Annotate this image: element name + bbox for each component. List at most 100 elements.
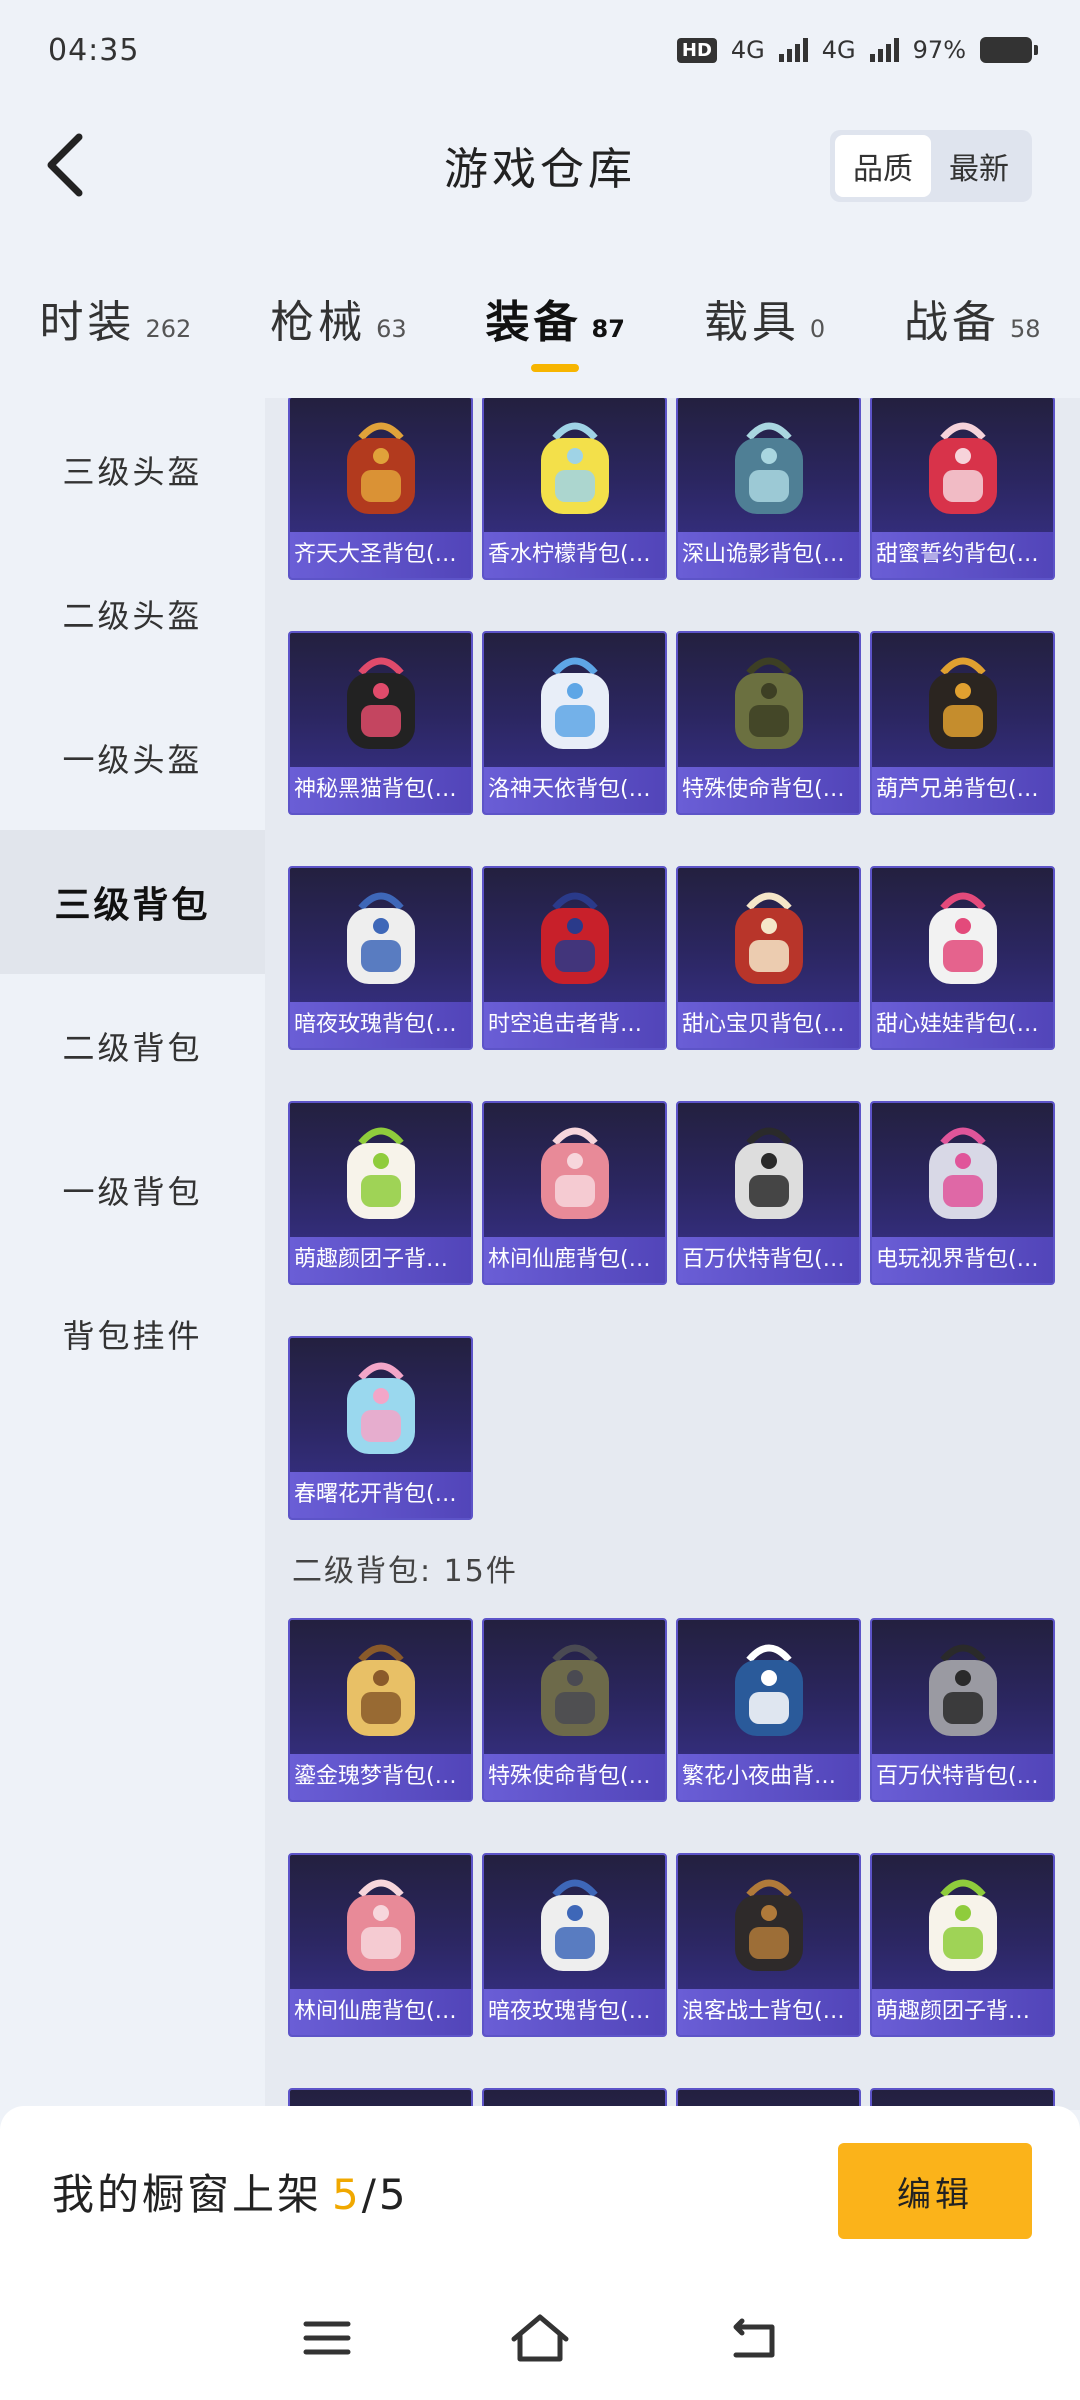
item-card[interactable]: 暗夜玫瑰背包(… [482, 1853, 667, 2037]
item-card[interactable]: 葫芦兄弟背包(… [870, 631, 1055, 815]
sidebar-item-helmet-1[interactable]: 一级头盔 [0, 686, 265, 830]
item-card-label: 甜心宝贝背包(… [678, 1002, 859, 1048]
status-time: 04:35 [48, 32, 140, 68]
item-card-label: 百万伏特背包(… [678, 1237, 859, 1283]
tab-supplies[interactable]: 战备 58 [904, 286, 1041, 350]
tab-vehicles[interactable]: 载具 0 [704, 286, 825, 350]
item-card-label: 繁花小夜曲背… [678, 1754, 859, 1800]
item-card[interactable]: 时空追击者背… [482, 866, 667, 1050]
item-card[interactable]: 暗夜玫瑰背包(… [288, 866, 473, 1050]
item-card[interactable]: 春曙花开背包(… [288, 1336, 473, 1520]
item-card-label: 林间仙鹿背包(… [484, 1237, 665, 1283]
item-card-label: 洛神天依背包(… [484, 767, 665, 813]
sidebar-item-backpack-1[interactable]: 一级背包 [0, 1118, 265, 1262]
backpack-art-icon [290, 633, 471, 773]
item-card-label: 甜蜜誓约背包(… [872, 532, 1053, 578]
item-card[interactable]: 萌趣颜团子背… [870, 1853, 1055, 2037]
status-icons: HD 4G 4G 97% [676, 36, 1038, 64]
sort-quality-button[interactable]: 品质 [835, 135, 931, 197]
item-card[interactable]: 特殊使命背包(… [676, 631, 861, 815]
item-card-label: 百万伏特背包(… [872, 1754, 1053, 1800]
sidebar-item-backpack-charm[interactable]: 背包挂件 [0, 1262, 265, 1406]
system-nav-bar [0, 2276, 1080, 2400]
home-icon [511, 2314, 569, 2362]
edit-button[interactable]: 编辑 [838, 2143, 1032, 2239]
item-card-label: 甜心娃娃背包(… [872, 1002, 1053, 1048]
backpack-art-icon [290, 868, 471, 1008]
item-card[interactable]: 齐天大圣背包(… [288, 398, 473, 580]
showcase-status: 我的橱窗上架 5 /5 [52, 2161, 409, 2222]
sidebar-item-helmet-3[interactable]: 三级头盔 [0, 398, 265, 542]
item-card[interactable]: 洛神天依背包(… [482, 631, 667, 815]
item-card[interactable]: 甜蜜誓约背包(… [870, 398, 1055, 580]
item-card[interactable]: 鎏金瑰梦背包(… [288, 1618, 473, 1802]
category-tabs: 时装 262 枪械 63 装备 87 载具 0 战备 58 [0, 250, 1080, 380]
item-card[interactable]: 林间仙鹿背包(… [482, 1101, 667, 1285]
item-card-label: 电玩视界背包(… [872, 1237, 1053, 1283]
item-card-label: 浪客战士背包(… [678, 1989, 859, 2035]
item-card[interactable]: 甜心宝贝背包(… [676, 866, 861, 1050]
backpack-grid-level-2: 鎏金瑰梦背包(… 特殊使命背包(… 繁花小夜曲背… 百万伏特背包(… 林间仙鹿背包(… 暗… [288, 1618, 1068, 2110]
backpack-art-icon [484, 868, 665, 1008]
item-card[interactable]: 特殊使命背包(… [482, 1618, 667, 1802]
item-card[interactable]: 甜心娃娃背包(… [870, 866, 1055, 1050]
sidebar-item-helmet-2[interactable]: 二级头盔 [0, 542, 265, 686]
backpack-art-icon [872, 1103, 1053, 1243]
sort-toggle: 品质 最新 [830, 130, 1032, 202]
item-list[interactable]: 齐天大圣背包(… 香水柠檬背包(… 深山诡影背包(… 甜蜜誓约背包(… 神秘黑猫背包(…… [265, 398, 1080, 2110]
showcase-count: 5 [332, 2169, 362, 2219]
item-card-label: 特殊使命背包(… [678, 767, 859, 813]
tab-label: 战备 [903, 297, 1000, 348]
showcase-total: /5 [361, 2169, 409, 2219]
home-button[interactable] [500, 2298, 580, 2378]
item-card[interactable]: 浪客战士背包(… [676, 1853, 861, 2037]
item-card[interactable]: 神秘黑猫背包(… [288, 631, 473, 815]
item-card-label: 萌趣颜团子背… [290, 1237, 471, 1283]
sort-newest-button[interactable]: 最新 [931, 135, 1027, 197]
network-label-2: 4G [821, 36, 856, 64]
item-card-label: 林间仙鹿背包(… [290, 1989, 471, 2035]
tab-fashion[interactable]: 时装 262 [39, 286, 191, 350]
tab-count: 262 [145, 315, 192, 343]
menu-button[interactable] [287, 2298, 367, 2378]
item-card[interactable]: 百万伏特背包(… [676, 1101, 861, 1285]
backpack-art-icon [872, 633, 1053, 773]
item-card[interactable]: 电玩视界背包(… [870, 1101, 1055, 1285]
backpack-art-icon [290, 1855, 471, 1995]
active-tab-indicator [531, 364, 580, 372]
backpack-art-icon [872, 868, 1053, 1008]
backpack-grid-level-3: 齐天大圣背包(… 香水柠檬背包(… 深山诡影背包(… 甜蜜誓约背包(… 神秘黑猫背包(…… [288, 398, 1068, 1520]
backpack-art-icon [678, 398, 859, 538]
back-button[interactable] [30, 130, 100, 200]
tab-count: 87 [591, 315, 625, 343]
item-card-label: 暗夜玫瑰背包(… [484, 1989, 665, 2035]
showcase-label: 我的橱窗上架 [52, 2169, 323, 2219]
item-card[interactable]: 香水柠檬背包(… [482, 398, 667, 580]
status-bar: 04:35 HD 4G 4G 97% [0, 0, 1080, 100]
backpack-art-icon [678, 868, 859, 1008]
item-card-label: 深山诡影背包(… [678, 532, 859, 578]
item-card[interactable]: 萌趣颜团子背… [288, 1101, 473, 1285]
menu-icon [303, 2321, 351, 2355]
item-card-label: 葫芦兄弟背包(… [872, 767, 1053, 813]
item-card[interactable]: 深山诡影背包(… [676, 398, 861, 580]
sidebar-item-backpack-3[interactable]: 三级背包 [0, 830, 265, 974]
item-card[interactable]: 百万伏特背包(… [870, 1618, 1055, 1802]
tab-equipment[interactable]: 装备 87 [486, 286, 625, 372]
header: 游戏仓库 品质 最新 [0, 100, 1080, 230]
tab-weapons[interactable]: 枪械 63 [270, 286, 407, 350]
network-label-1: 4G [730, 36, 765, 64]
item-card-label: 萌趣颜团子背… [872, 1989, 1053, 2035]
showcase-bar: 我的橱窗上架 5 /5 编辑 [0, 2106, 1080, 2276]
backpack-art-icon [872, 1620, 1053, 1760]
backpack-art-icon [872, 1855, 1053, 1995]
item-card[interactable]: 林间仙鹿背包(… [288, 1853, 473, 2037]
sidebar-item-backpack-2[interactable]: 二级背包 [0, 974, 265, 1118]
item-card-label: 时空追击者背… [484, 1002, 665, 1048]
item-card[interactable]: 繁花小夜曲背… [676, 1618, 861, 1802]
nav-back-button[interactable] [713, 2298, 793, 2378]
backpack-art-icon [290, 1338, 471, 1478]
signal-icon [778, 38, 808, 62]
backpack-art-icon [678, 1855, 859, 1995]
subcategory-sidebar: 三级头盔 二级头盔 一级头盔 三级背包 二级背包 一级背包 背包挂件 [0, 398, 265, 2108]
